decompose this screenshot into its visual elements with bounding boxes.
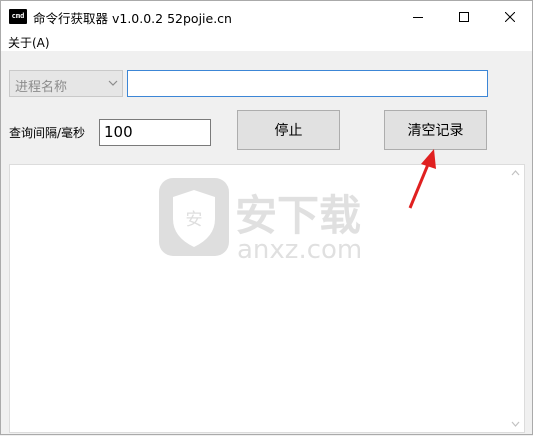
chevron-up-icon[interactable] [511, 169, 520, 176]
app-window: cmd 命令行获取器 v1.0.0.2 52pojie.cn 关于(A) 进程名… [0, 0, 533, 435]
process-name-input[interactable] [127, 70, 488, 97]
stop-button[interactable]: 停止 [237, 110, 340, 150]
window-title: 命令行获取器 v1.0.0.2 52pojie.cn [33, 11, 232, 26]
cmd-app-icon: cmd [9, 9, 27, 24]
interval-label: 查询间隔/毫秒 [9, 126, 86, 140]
process-combobox[interactable]: 进程名称 [9, 70, 123, 97]
chevron-down-icon[interactable] [511, 421, 520, 428]
vertical-scrollbar[interactable] [507, 165, 524, 432]
minimize-button[interactable] [395, 1, 441, 32]
menu-item-about[interactable]: 关于(A) [8, 34, 50, 51]
menu-bar: 关于(A) [1, 32, 532, 51]
process-combobox-value: 进程名称 [15, 80, 68, 95]
close-icon [505, 11, 515, 22]
maximize-button[interactable] [441, 1, 487, 32]
title-bar[interactable]: cmd 命令行获取器 v1.0.0.2 52pojie.cn [1, 1, 532, 32]
clear-records-button[interactable]: 清空记录 [384, 110, 487, 150]
close-button[interactable] [487, 1, 533, 32]
output-textarea[interactable] [9, 164, 525, 433]
minimize-icon [413, 16, 423, 18]
maximize-icon [459, 11, 469, 22]
chevron-down-icon [108, 80, 118, 86]
interval-input[interactable]: 100 [99, 119, 211, 146]
